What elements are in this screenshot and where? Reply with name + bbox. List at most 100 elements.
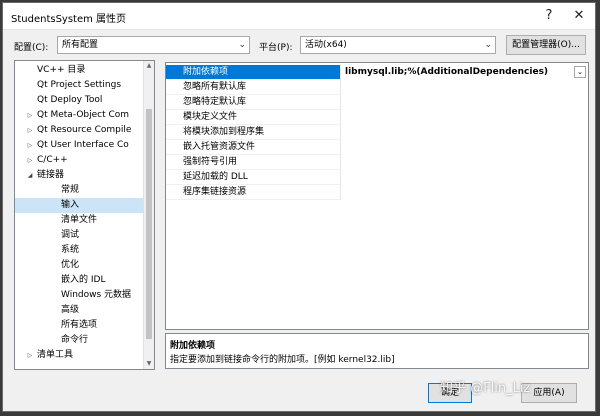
apply-button[interactable]: 应用(A) <box>521 383 577 403</box>
property-row[interactable]: 模块定义文件 <box>166 110 588 125</box>
description-text: 指定要添加到链接命令行的附加项。[例如 kernel32.lib] <box>170 355 395 365</box>
tree-item[interactable]: 系统 <box>15 243 154 258</box>
close-button[interactable]: ✕ <box>569 6 589 26</box>
config-label: 配置(C): <box>14 43 49 53</box>
collapsed-arrow-icon[interactable]: ▷ <box>26 138 34 153</box>
tree-item[interactable]: 命令行 <box>15 333 154 348</box>
tree-item[interactable]: VC++ 目录 <box>15 63 154 78</box>
tree-item[interactable]: ▷ Qt User Interface Co <box>15 138 154 153</box>
property-value[interactable] <box>341 95 588 110</box>
property-value[interactable]: libmysql.lib;%(AdditionalDependencies) <box>341 65 588 80</box>
tree-item[interactable]: ▷ C/C++ <box>15 153 154 168</box>
property-row[interactable]: 忽略特定默认库 <box>166 95 588 110</box>
tree-item-label: Qt Deploy Tool <box>37 95 103 105</box>
config-value: 所有配置 <box>62 40 99 50</box>
property-name: 忽略特定默认库 <box>166 95 341 110</box>
property-name: 模块定义文件 <box>166 110 341 125</box>
settings-tree[interactable]: ▷ 清单工具 命令行 所有选项 高级 Windows 元数据 嵌入的 IDL 优化 系统 调试 清单… <box>14 60 155 370</box>
description-title: 附加依赖项 <box>170 341 216 351</box>
help-button[interactable]: ? <box>539 6 559 26</box>
tree-item[interactable]: ▷ Qt Resource Compile <box>15 123 154 138</box>
tree-item[interactable]: ▷ Qt Meta-Object Com <box>15 108 154 123</box>
property-row[interactable]: 延迟加载的 DLL <box>166 170 588 185</box>
chevron-down-icon: ⌄ <box>484 40 492 50</box>
properties-dialog: StudentsSystem 属性页 ? ✕ 配置(C): 所有配置 ⌄ 平台(… <box>2 2 596 412</box>
property-value[interactable] <box>341 110 588 125</box>
collapsed-arrow-icon[interactable]: ▷ <box>26 153 34 168</box>
tree-item-label: VC++ 目录 <box>37 65 86 75</box>
tree-item-label: 调试 <box>61 230 80 240</box>
property-name: 强制符号引用 <box>166 155 341 170</box>
config-combobox[interactable]: 所有配置 ⌄ <box>57 36 250 54</box>
tree-item-label: 输入 <box>61 200 80 210</box>
scrollbar-thumb[interactable] <box>146 109 152 339</box>
scroll-down-icon[interactable]: ▼ <box>144 359 154 369</box>
tree-item-label: 嵌入的 IDL <box>61 275 106 285</box>
tree-item-label: 清单工具 <box>37 350 74 360</box>
chevron-down-icon: ⌄ <box>238 40 246 50</box>
expanded-arrow-icon[interactable]: ◢ <box>26 168 34 183</box>
tree-item[interactable]: 常规 <box>15 183 154 198</box>
tree-item-label: 所有选项 <box>61 320 98 330</box>
chevron-down-icon[interactable]: ⌄ <box>574 66 586 78</box>
collapsed-arrow-icon[interactable]: ▷ <box>26 348 34 363</box>
collapsed-arrow-icon[interactable]: ▷ <box>26 123 34 138</box>
tree-item-label: Qt User Interface Co <box>37 140 129 150</box>
tree-item[interactable]: 清单文件 <box>15 213 154 228</box>
tree-item-label: C/C++ <box>37 155 68 165</box>
tree-item-label: 清单文件 <box>61 215 98 225</box>
property-value[interactable] <box>341 140 588 155</box>
title-bar: StudentsSystem 属性页 ? ✕ <box>3 3 595 30</box>
ok-button[interactable]: 确定 <box>428 383 472 403</box>
tree-item-label: 命令行 <box>61 335 89 345</box>
tree-item[interactable]: 高级 <box>15 303 154 318</box>
tree-item[interactable]: 输入 <box>15 198 154 213</box>
tree-item-label: 优化 <box>61 260 80 270</box>
property-name: 将模块添加到程序集 <box>166 125 341 140</box>
property-value[interactable] <box>341 80 588 95</box>
platform-value: 活动(x64) <box>305 40 347 50</box>
tree-item-label: Qt Resource Compile <box>37 125 132 135</box>
property-row[interactable]: 将模块添加到程序集 <box>166 125 588 140</box>
tree-item[interactable]: Qt Deploy Tool <box>15 93 154 108</box>
property-value[interactable] <box>341 125 588 140</box>
tree-item[interactable]: Windows 元数据 <box>15 288 154 303</box>
collapsed-arrow-icon[interactable]: ▷ <box>26 108 34 123</box>
tree-item-label: 高级 <box>61 305 80 315</box>
property-value[interactable] <box>341 155 588 170</box>
property-row[interactable]: 强制符号引用 <box>166 155 588 170</box>
tree-item[interactable]: ▷ 清单工具 <box>15 348 154 363</box>
tree-item-label: Qt Meta-Object Com <box>37 110 130 120</box>
property-row[interactable]: 程序集链接资源 <box>166 185 588 200</box>
scroll-up-icon[interactable]: ▲ <box>144 61 154 71</box>
tree-item[interactable]: 所有选项 <box>15 318 154 333</box>
property-name: 程序集链接资源 <box>166 185 341 200</box>
platform-label: 平台(P): <box>259 43 293 53</box>
config-manager-button[interactable]: 配置管理器(O)... <box>506 35 586 55</box>
tree-item[interactable]: Qt Project Settings <box>15 78 154 93</box>
property-row[interactable]: 附加依赖项 libmysql.lib;%(AdditionalDependenci… <box>166 65 588 80</box>
property-value[interactable] <box>341 185 588 200</box>
property-name: 延迟加载的 DLL <box>166 170 341 185</box>
tree-item-label: 常规 <box>61 185 80 195</box>
property-row[interactable]: 忽略所有默认库 <box>166 80 588 95</box>
window-title: StudentsSystem 属性页 <box>11 14 127 25</box>
property-row[interactable]: 嵌入托管资源文件 <box>166 140 588 155</box>
tree-item-label: Windows 元数据 <box>61 290 132 300</box>
property-grid[interactable]: 附加依赖项 libmysql.lib;%(AdditionalDependenci… <box>165 62 589 330</box>
property-name: 忽略所有默认库 <box>166 80 341 95</box>
property-value[interactable] <box>341 170 588 185</box>
tree-item-label: 链接器 <box>37 170 65 180</box>
property-name: 嵌入托管资源文件 <box>166 140 341 155</box>
tree-item-label: Qt Project Settings <box>37 80 122 90</box>
tree-item[interactable]: 嵌入的 IDL <box>15 273 154 288</box>
description-panel: 附加依赖项 指定要添加到链接命令行的附加项。[例如 kernel32.lib] <box>165 333 589 369</box>
tree-item[interactable]: ◢ 链接器 <box>15 168 154 183</box>
platform-combobox[interactable]: 活动(x64) ⌄ <box>300 36 496 54</box>
tree-item[interactable]: 优化 <box>15 258 154 273</box>
property-name: 附加依赖项 <box>166 65 341 80</box>
tree-scrollbar[interactable]: ▲ ▼ <box>143 61 154 369</box>
tree-item[interactable]: 调试 <box>15 228 154 243</box>
config-row: 配置(C): 所有配置 ⌄ 平台(P): 活动(x64) ⌄ 配置管理器(O).… <box>3 35 595 57</box>
tree-item-label: 系统 <box>61 245 80 255</box>
